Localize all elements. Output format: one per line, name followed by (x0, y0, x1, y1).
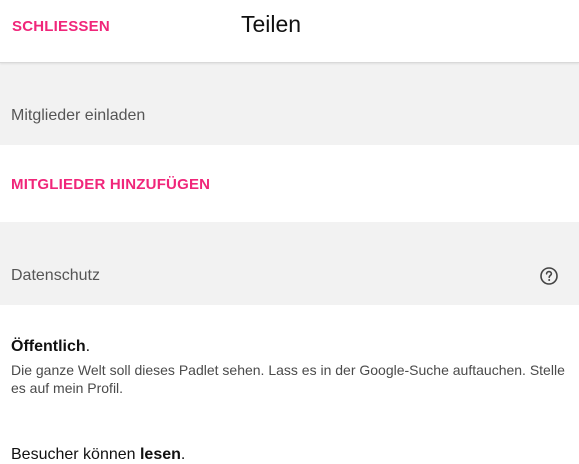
visitors-permission-line: Besucher können lesen. (11, 446, 185, 464)
add-members-button[interactable]: MITGLIEDER HINZUFÜGEN (11, 176, 210, 193)
page-title: Teilen (241, 11, 302, 37)
privacy-description: Die ganze Welt soll dieses Padlet sehen.… (11, 362, 565, 396)
close-button[interactable]: SCHLIESSEN (12, 18, 110, 35)
visitors-prefix: Besucher können (11, 446, 140, 463)
privacy-label: Datenschutz (11, 267, 100, 284)
privacy-mode-suffix: . (85, 338, 91, 355)
privacy-mode-name: Öffentlich (11, 338, 86, 355)
visitors-suffix: . (180, 446, 186, 463)
top-bar: SCHLIESSEN Teilen (0, 0, 579, 63)
visitors-permission-value[interactable]: lesen (140, 446, 181, 463)
privacy-section-header: Datenschutz (0, 222, 579, 305)
question-circle-icon[interactable] (539, 266, 559, 286)
invite-members-label: Mitglieder einladen (11, 107, 146, 124)
privacy-mode-title: Öffentlich. (11, 338, 90, 356)
invite-members-section-header: Mitglieder einladen (0, 63, 579, 145)
